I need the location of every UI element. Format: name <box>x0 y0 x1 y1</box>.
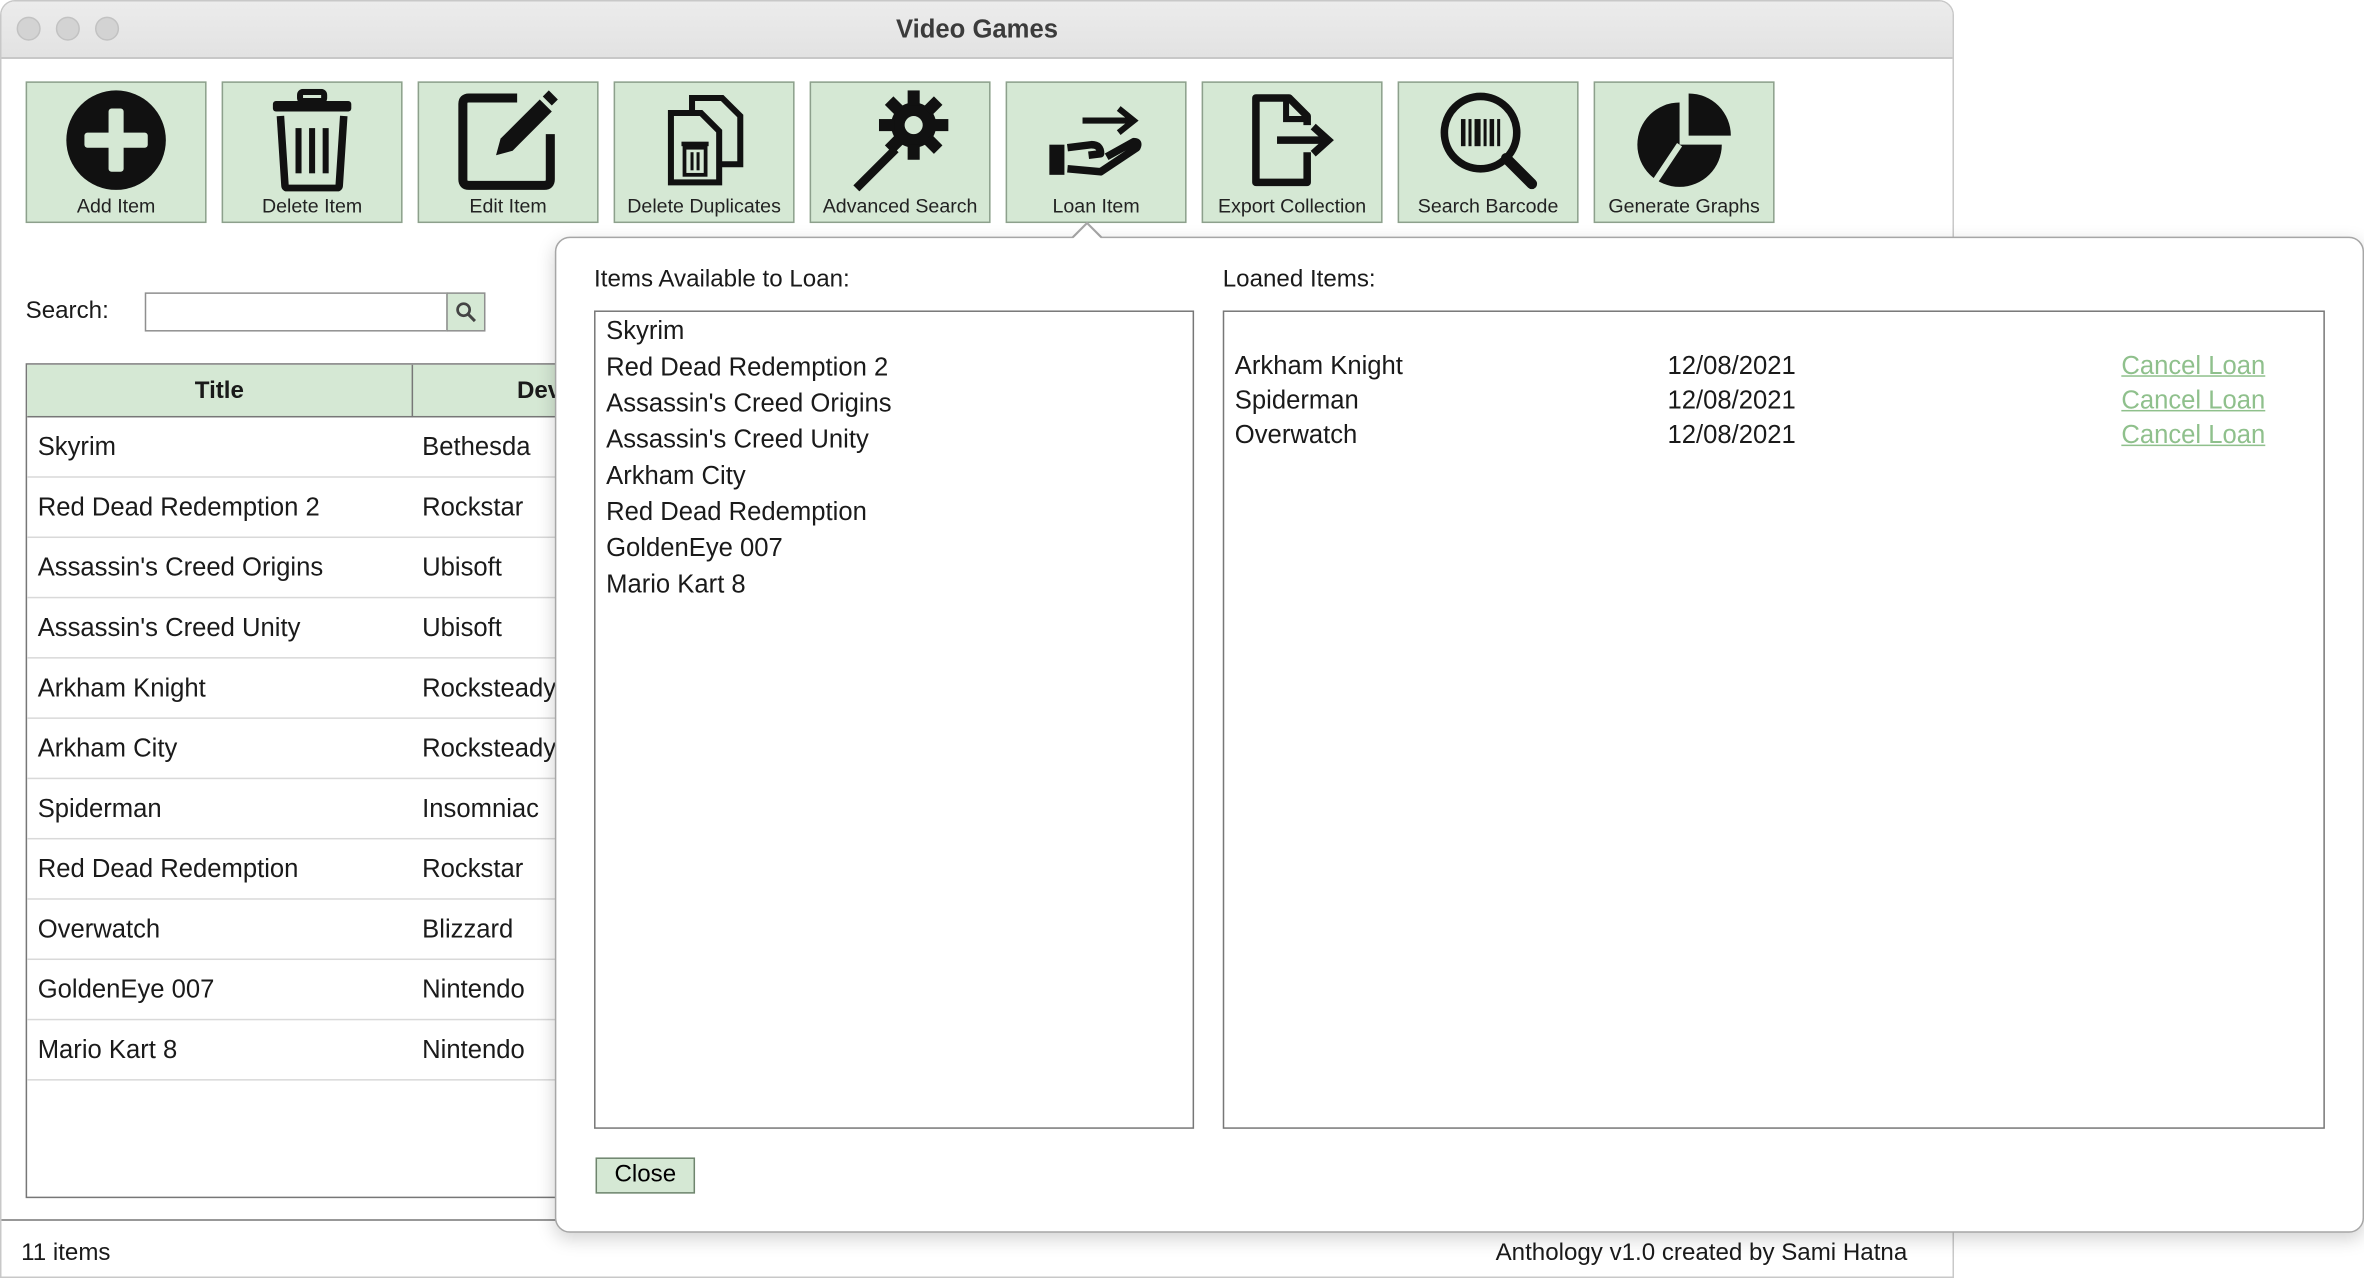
toolbar-label: Edit Item <box>469 194 547 218</box>
list-item[interactable]: Assassin's Creed Unity <box>606 425 869 455</box>
cell-title: Arkham City <box>37 733 178 763</box>
loan-popover: Items Available to Loan: Loaned Items: S… <box>554 236 2364 1233</box>
loaned-title: Spiderman <box>1234 385 1359 415</box>
toolbar-label: Advanced Search <box>822 194 978 218</box>
table-row[interactable]: GoldenEye 007 Nintendo <box>27 960 567 1021</box>
list-item[interactable]: Assassin's Creed Origins <box>606 389 892 419</box>
toolbar-label: Search Barcode <box>1417 194 1559 218</box>
table-row[interactable]: Red Dead Redemption 2 Rockstar <box>27 478 567 539</box>
generate-graphs-button[interactable]: Generate Graphs <box>1593 81 1775 224</box>
loaned-title: Overwatch <box>1234 420 1358 450</box>
delete-duplicates-button[interactable]: Delete Duplicates <box>613 81 795 224</box>
cell-developer: Rocksteady <box>422 673 557 703</box>
magic-wand-gear-icon <box>811 86 989 195</box>
loaned-row: Overwatch 12/08/2021 Cancel Loan <box>1224 420 2323 453</box>
table-row[interactable]: Red Dead Redemption Rockstar <box>27 839 567 900</box>
loaned-label: Loaned Items: <box>1222 266 1376 293</box>
list-item[interactable]: Skyrim <box>606 316 684 346</box>
toolbar-label: Loan Item <box>1052 194 1140 218</box>
list-item[interactable]: GoldenEye 007 <box>606 534 783 564</box>
cancel-loan-link[interactable]: Cancel Loan <box>2121 420 2265 450</box>
cell-title: Skyrim <box>37 432 117 462</box>
table-row[interactable]: Overwatch Blizzard <box>27 900 567 961</box>
add-item-button[interactable]: Add Item <box>25 81 207 224</box>
loaned-row: Arkham Knight 12/08/2021 Cancel Loan <box>1224 351 2323 384</box>
cell-developer: Rocksteady <box>422 733 557 763</box>
barcode-search-icon <box>1399 86 1577 195</box>
loaned-list: Arkham Knight 12/08/2021 Cancel Loan Spi… <box>1222 310 2325 1129</box>
cell-developer: Blizzard <box>422 914 514 944</box>
title-bar: Video Games <box>1 1 1953 59</box>
cell-title: Overwatch <box>37 914 161 944</box>
search-barcode-button[interactable]: Search Barcode <box>1397 81 1579 224</box>
table-header: Title Develop <box>27 364 567 418</box>
column-header-title[interactable]: Title <box>27 364 414 418</box>
cell-developer: Insomniac <box>422 794 539 823</box>
items-table: Title Develop Skyrim Bethesda Red Dead Re… <box>25 363 569 1199</box>
cell-developer: Ubisoft <box>422 613 502 643</box>
edit-icon <box>419 86 597 195</box>
list-item[interactable]: Red Dead Redemption <box>606 497 867 527</box>
table-row[interactable]: Spiderman Insomniac <box>27 779 567 840</box>
toolbar-label: Delete Item <box>261 194 363 218</box>
cell-developer: Bethesda <box>422 432 531 462</box>
table-row[interactable]: Arkham City Rocksteady <box>27 719 567 780</box>
cell-title: Mario Kart 8 <box>37 1035 178 1065</box>
cancel-loan-link[interactable]: Cancel Loan <box>2121 386 2265 416</box>
file-export-icon <box>1203 86 1381 195</box>
add-circle-icon <box>27 86 205 195</box>
toolbar-label: Generate Graphs <box>1608 194 1760 218</box>
cell-developer: Ubisoft <box>422 553 502 582</box>
table-row[interactable]: Arkham Knight Rocksteady <box>27 659 567 719</box>
toolbar-label: Delete Duplicates <box>627 194 781 218</box>
cell-title: Assassin's Creed Unity <box>37 613 301 643</box>
cell-title: Red Dead Redemption <box>37 854 299 884</box>
search-input[interactable] <box>144 292 448 332</box>
available-label: Items Available to Loan: <box>594 266 850 293</box>
close-button[interactable]: Close <box>595 1157 696 1194</box>
loan-date: 12/08/2021 <box>1667 420 1796 450</box>
table-row[interactable]: Assassin's Creed Origins Ubisoft <box>27 538 567 599</box>
loaned-row: Spiderman 12/08/2021 Cancel Loan <box>1224 386 2323 419</box>
item-count: 11 items <box>21 1240 111 1266</box>
search-button[interactable] <box>446 292 486 332</box>
cell-developer: Rockstar <box>422 492 524 522</box>
search-label: Search: <box>25 298 109 325</box>
cell-title: Assassin's Creed Origins <box>37 553 324 582</box>
loaned-title: Arkham Knight <box>1234 351 1403 380</box>
popover-arrow-fill <box>1071 224 1103 240</box>
duplicate-delete-icon <box>615 86 793 195</box>
cancel-loan-link[interactable]: Cancel Loan <box>2121 351 2265 381</box>
table-row[interactable]: Assassin's Creed Unity Ubisoft <box>27 598 567 659</box>
export-collection-button[interactable]: Export Collection <box>1201 81 1383 224</box>
hand-loan-icon <box>1007 86 1185 195</box>
cell-developer: Nintendo <box>422 975 525 1004</box>
loan-date: 12/08/2021 <box>1667 385 1796 415</box>
cell-developer: Rockstar <box>422 854 524 884</box>
list-item[interactable]: Arkham City <box>606 461 746 491</box>
toolbar-label: Add Item <box>76 194 156 218</box>
available-list[interactable]: Skyrim Red Dead Redemption 2 Assassin's … <box>594 310 1195 1129</box>
cell-title: Arkham Knight <box>37 673 206 703</box>
table-row[interactable]: Mario Kart 8 Nintendo <box>27 1020 567 1081</box>
list-item[interactable]: Mario Kart 8 <box>606 570 746 600</box>
column-header-developer[interactable]: Develop <box>413 365 567 418</box>
toolbar-label: Export Collection <box>1218 194 1367 218</box>
app-credit: Anthology v1.0 created by Sami Hatna <box>1495 1240 1908 1266</box>
magnifier-icon <box>456 302 476 323</box>
table-row[interactable]: Skyrim Bethesda <box>27 417 567 478</box>
trash-icon <box>223 86 401 195</box>
window-title: Video Games <box>896 15 1058 44</box>
cell-title: Spiderman <box>37 794 162 823</box>
cell-title: Red Dead Redemption 2 <box>37 492 320 522</box>
cell-developer: Nintendo <box>422 1035 525 1065</box>
edit-item-button[interactable]: Edit Item <box>417 81 599 224</box>
loan-date: 12/08/2021 <box>1667 351 1796 380</box>
list-item[interactable]: Red Dead Redemption 2 <box>606 353 888 383</box>
loan-item-button[interactable]: Loan Item <box>1005 81 1187 224</box>
pie-chart-icon <box>1595 86 1773 195</box>
advanced-search-button[interactable]: Advanced Search <box>809 81 991 224</box>
delete-item-button[interactable]: Delete Item <box>221 81 403 224</box>
cell-title: GoldenEye 007 <box>37 975 215 1004</box>
